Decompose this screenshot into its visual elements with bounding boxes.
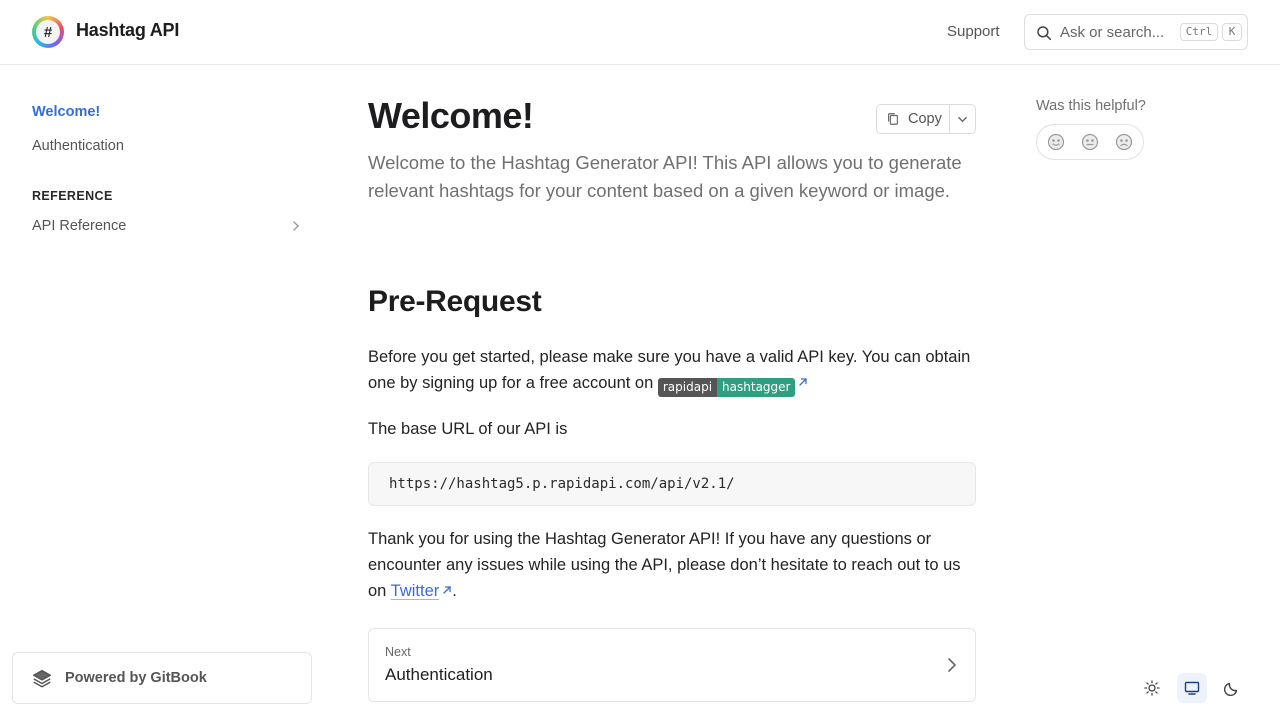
sad-face-icon[interactable]	[1115, 133, 1133, 151]
code-base-url: https://hashtag5.p.rapidapi.com/api/v2.1…	[389, 476, 735, 492]
badge-rapidapi: rapidapi	[657, 378, 718, 397]
search-box[interactable]: Ask or search... Ctrl K	[1024, 14, 1248, 50]
powered-by-gitbook[interactable]: Powered by GitBook	[12, 652, 312, 704]
rapidapi-badge-link[interactable]: rapidapi hashtagger	[657, 374, 809, 397]
feedback-rating-group	[1036, 124, 1144, 160]
brand-logo[interactable]: #	[32, 16, 64, 48]
paragraph-thanks: Thank you for using the Hashtag Generato…	[368, 526, 978, 604]
theme-dark-button[interactable]	[1217, 673, 1247, 703]
next-page-title: Authentication	[385, 665, 493, 684]
feedback-question: Was this helpful?	[1036, 98, 1146, 114]
external-link-icon	[799, 378, 808, 386]
copy-label: Copy	[908, 111, 942, 127]
paragraph-thanks-end: .	[452, 582, 457, 600]
paragraph-api-key: Before you get started, please make sure…	[368, 344, 978, 397]
monitor-icon	[1184, 681, 1200, 695]
sidebar-item-welcome[interactable]: Welcome!	[32, 104, 100, 120]
gitbook-icon	[33, 669, 51, 688]
brand-title[interactable]: Hashtag API	[76, 20, 179, 41]
chevron-right-icon[interactable]	[290, 220, 302, 232]
theme-system-button[interactable]	[1177, 673, 1207, 703]
neutral-face-icon[interactable]	[1081, 133, 1099, 151]
search-placeholder: Ask or search...	[1060, 24, 1165, 41]
chevron-down-icon	[958, 116, 967, 123]
sidebar-item-api-reference[interactable]: API Reference	[32, 218, 126, 234]
copy-page-group: Copy	[876, 104, 976, 134]
shortcut-k-key: K	[1222, 23, 1242, 41]
hashtag-icon: #	[36, 20, 60, 44]
sun-icon	[1144, 680, 1160, 696]
powered-by-label: Powered by GitBook	[65, 670, 207, 686]
page-description: Welcome to the Hashtag Generator API! Th…	[368, 152, 962, 201]
sidebar-item-authentication[interactable]: Authentication	[32, 138, 124, 154]
next-label: Next	[385, 645, 411, 659]
theme-light-button[interactable]	[1137, 673, 1167, 703]
shortcut-ctrl-key: Ctrl	[1180, 23, 1218, 41]
paragraph-base-url: The base URL of our API is	[368, 420, 568, 438]
twitter-link-label: Twitter	[390, 582, 440, 600]
copy-icon	[888, 113, 898, 125]
happy-face-icon[interactable]	[1047, 133, 1065, 151]
paragraph-thanks-text: Thank you for using the Hashtag Generato…	[368, 530, 961, 600]
code-block[interactable]: https://hashtag5.p.rapidapi.com/api/v2.1…	[368, 462, 976, 506]
external-link-icon	[443, 586, 451, 594]
copy-dropdown-button[interactable]	[950, 105, 975, 133]
twitter-link[interactable]: Twitter	[391, 582, 453, 600]
sidebar-section-heading: REFERENCE	[32, 189, 113, 203]
search-icon	[1037, 26, 1052, 41]
top-header: # Hashtag API Support Ask or search... C…	[0, 0, 1280, 65]
next-page-card[interactable]: Next Authentication	[368, 628, 976, 702]
chevron-right-icon	[948, 658, 957, 672]
moon-icon	[1224, 682, 1238, 696]
section-heading-pre-request: Pre-Request	[368, 285, 542, 318]
support-link[interactable]: Support	[947, 23, 1000, 40]
page-title: Welcome!	[368, 95, 534, 136]
badge-hashtagger: hashtagger	[717, 378, 796, 397]
copy-button[interactable]: Copy	[877, 105, 950, 133]
